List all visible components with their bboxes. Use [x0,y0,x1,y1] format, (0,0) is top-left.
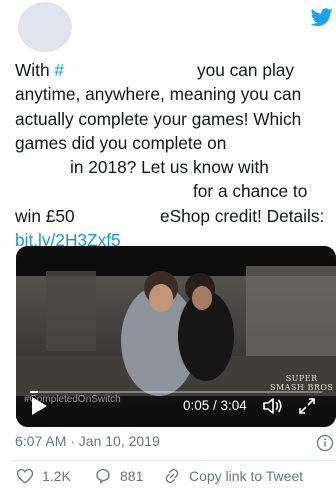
tweet-text: With # you can play anytime, anywhere, m… [15,58,335,252]
tweet-line-3: actually complete your games! Which [15,108,302,129]
tweet-text-segment: you can play [197,60,295,80]
tweet-text-segment: in 2018? Let us know with [70,157,269,178]
tweet-actions: 1.2K 881 Copy link to Tweet [0,464,336,488]
tweet-line-7: win £50 eShop credit! Details: [15,204,335,228]
reply-count: 881 [120,468,144,484]
logo-line: SUPER [285,374,318,383]
reply-icon [96,468,110,484]
fullscreen-icon[interactable] [298,397,316,415]
volume-icon[interactable] [262,397,284,415]
video-player[interactable]: SUPER SMASH BROS #CompletedOnSwitch 0:05… [16,246,336,427]
tweet-line-5: in 2018? Let us know with [15,155,335,179]
avatar[interactable] [18,2,72,52]
video-progress-fill [30,391,38,393]
like-button[interactable]: 1.2K [16,464,71,488]
tweet-text-segment: eShop credit! Details: [160,205,325,226]
video-logo-text: SUPER SMASH BROS [270,374,333,392]
like-count: 1.2K [42,468,71,484]
copy-link-button[interactable]: Copy link to Tweet [163,464,303,488]
link-icon [165,468,179,484]
tweet-line-4: games did you complete on [15,132,227,153]
tweet-line-1: With # you can play [15,58,335,82]
tweet-timestamp[interactable]: 6:07 AM · Jan 10, 2019 [15,433,160,449]
tweet-text-segment: win £50 [15,205,75,226]
copy-link-label: Copy link to Tweet [189,468,304,484]
logo-line: SMASH BROS [270,383,334,392]
divider [12,460,336,461]
tweet-line-6: for a chance to [15,179,335,203]
hashtag-link[interactable]: # [54,60,64,80]
heart-icon [16,468,34,484]
info-icon[interactable] [316,434,334,452]
play-icon[interactable] [30,396,48,416]
reply-button[interactable]: 881 [94,464,143,488]
twitter-bird-icon[interactable] [311,6,333,28]
video-time: 0:05 / 3:04 [183,398,247,413]
tweet-card: With # you can play anytime, anywhere, m… [0,0,336,491]
tweet-text-segment: for a chance to [193,181,308,202]
tweet-line-2: anytime, anywhere, meaning you can [15,84,302,105]
tweet-text-segment: With [15,60,55,80]
